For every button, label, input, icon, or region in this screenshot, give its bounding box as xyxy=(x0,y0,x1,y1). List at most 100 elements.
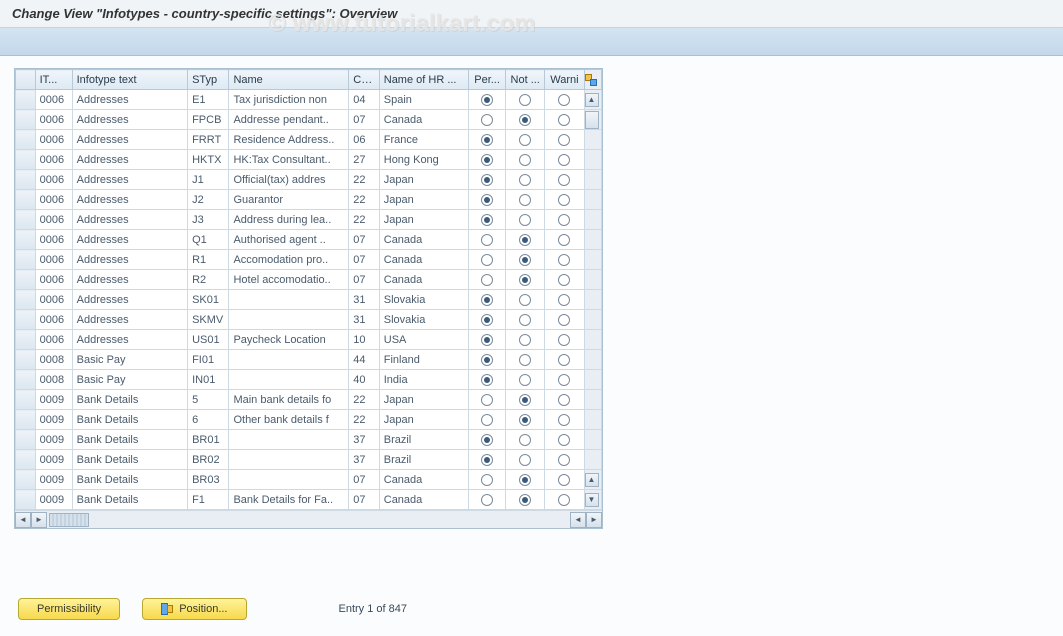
warn-radio[interactable] xyxy=(558,494,570,506)
not-radio[interactable] xyxy=(519,134,531,146)
table-row[interactable]: 0009Bank DetailsBR0237Brazil xyxy=(16,450,602,470)
table-row[interactable]: 0006AddressesQ1Authorised agent ..07Cana… xyxy=(16,230,602,250)
table-row[interactable]: 0009Bank Details6Other bank details f22J… xyxy=(16,410,602,430)
vscroll-track[interactable] xyxy=(584,170,602,190)
not-radio[interactable] xyxy=(519,114,531,126)
vscroll-track[interactable] xyxy=(584,350,602,370)
cell-styp[interactable]: J3 xyxy=(188,210,229,230)
not-radio[interactable] xyxy=(519,254,531,266)
cell-name[interactable]: Addresse pendant.. xyxy=(229,110,349,130)
cell-it[interactable]: 0006 xyxy=(35,190,72,210)
cell-text[interactable]: Bank Details xyxy=(72,430,187,450)
vscroll-track[interactable] xyxy=(584,390,602,410)
vscroll-track[interactable] xyxy=(584,450,602,470)
warn-radio[interactable] xyxy=(558,174,570,186)
cell-name[interactable]: Paycheck Location xyxy=(229,330,349,350)
cell-styp[interactable]: E1 xyxy=(188,90,229,110)
col-name[interactable]: Name xyxy=(229,70,349,90)
per-radio[interactable] xyxy=(481,414,493,426)
not-radio[interactable] xyxy=(519,414,531,426)
vscroll-track[interactable] xyxy=(584,290,602,310)
cell-not[interactable] xyxy=(506,250,545,270)
table-row[interactable]: 0006AddressesR2Hotel accomodatio..07Cana… xyxy=(16,270,602,290)
warn-radio[interactable] xyxy=(558,374,570,386)
cell-text[interactable]: Addresses xyxy=(72,250,187,270)
vscroll-thumb[interactable] xyxy=(585,111,599,129)
cell-per[interactable] xyxy=(469,170,506,190)
cell-per[interactable] xyxy=(469,430,506,450)
row-selector[interactable] xyxy=(16,250,36,270)
cell-styp[interactable]: 5 xyxy=(188,390,229,410)
col-styp[interactable]: STyp xyxy=(188,70,229,90)
cell-name[interactable]: HK:Tax Consultant.. xyxy=(229,150,349,170)
row-selector[interactable] xyxy=(16,310,36,330)
warn-radio[interactable] xyxy=(558,434,570,446)
table-row[interactable]: 0009Bank DetailsBR0307Canada▲ xyxy=(16,470,602,490)
warn-radio[interactable] xyxy=(558,334,570,346)
cell-name[interactable]: Other bank details f xyxy=(229,410,349,430)
row-selector[interactable] xyxy=(16,470,36,490)
vscroll-track[interactable]: ▲ xyxy=(584,470,602,490)
not-radio[interactable] xyxy=(519,354,531,366)
per-radio[interactable] xyxy=(481,474,493,486)
cell-styp[interactable]: BR02 xyxy=(188,450,229,470)
cell-styp[interactable]: F1 xyxy=(188,490,229,510)
cell-per[interactable] xyxy=(469,290,506,310)
cell-it[interactable]: 0009 xyxy=(35,430,72,450)
cell-text[interactable]: Addresses xyxy=(72,90,187,110)
cell-it[interactable]: 0006 xyxy=(35,270,72,290)
vscroll-track[interactable] xyxy=(584,370,602,390)
warn-radio[interactable] xyxy=(558,94,570,106)
vscroll-track[interactable]: ▲ xyxy=(584,90,602,110)
cell-name[interactable]: Bank Details for Fa.. xyxy=(229,490,349,510)
table-row[interactable]: 0009Bank Details5Main bank details fo22J… xyxy=(16,390,602,410)
cell-cg[interactable]: 07 xyxy=(349,270,379,290)
warn-radio[interactable] xyxy=(558,194,570,206)
cell-cg[interactable]: 22 xyxy=(349,190,379,210)
not-radio[interactable] xyxy=(519,294,531,306)
vscroll-track[interactable] xyxy=(584,190,602,210)
not-radio[interactable] xyxy=(519,334,531,346)
cell-hr[interactable]: Canada xyxy=(379,490,468,510)
cell-hr[interactable]: Japan xyxy=(379,170,468,190)
cell-name[interactable] xyxy=(229,370,349,390)
vscroll-track[interactable] xyxy=(584,250,602,270)
cell-text[interactable]: Addresses xyxy=(72,150,187,170)
col-hr[interactable]: Name of HR ... xyxy=(379,70,468,90)
row-selector[interactable] xyxy=(16,230,36,250)
cell-not[interactable] xyxy=(506,110,545,130)
cell-text[interactable]: Addresses xyxy=(72,230,187,250)
row-selector[interactable] xyxy=(16,490,36,510)
per-radio[interactable] xyxy=(481,294,493,306)
cell-warn[interactable] xyxy=(545,90,584,110)
per-radio[interactable] xyxy=(481,274,493,286)
vscroll-track[interactable] xyxy=(584,430,602,450)
cell-cg[interactable]: 44 xyxy=(349,350,379,370)
row-selector[interactable] xyxy=(16,270,36,290)
hscroll-left2-icon[interactable]: ◄ xyxy=(570,512,586,528)
cell-it[interactable]: 0006 xyxy=(35,170,72,190)
cell-text[interactable]: Addresses xyxy=(72,210,187,230)
not-radio[interactable] xyxy=(519,94,531,106)
col-configure[interactable] xyxy=(584,70,602,90)
cell-not[interactable] xyxy=(506,470,545,490)
cell-styp[interactable]: SKMV xyxy=(188,310,229,330)
cell-name[interactable]: Address during lea.. xyxy=(229,210,349,230)
cell-hr[interactable]: Finland xyxy=(379,350,468,370)
cell-cg[interactable]: 06 xyxy=(349,130,379,150)
per-radio[interactable] xyxy=(481,454,493,466)
table-row[interactable]: 0006AddressesUS01Paycheck Location10USA xyxy=(16,330,602,350)
cell-cg[interactable]: 07 xyxy=(349,250,379,270)
row-selector[interactable] xyxy=(16,210,36,230)
cell-not[interactable] xyxy=(506,130,545,150)
cell-styp[interactable]: SK01 xyxy=(188,290,229,310)
cell-name[interactable]: Hotel accomodatio.. xyxy=(229,270,349,290)
cell-not[interactable] xyxy=(506,90,545,110)
cell-hr[interactable]: France xyxy=(379,130,468,150)
cell-not[interactable] xyxy=(506,390,545,410)
vscroll-track[interactable] xyxy=(584,110,602,130)
vscroll-track[interactable] xyxy=(584,330,602,350)
table-row[interactable]: 0008Basic PayIN0140India xyxy=(16,370,602,390)
table-row[interactable]: 0008Basic PayFI0144Finland xyxy=(16,350,602,370)
cell-cg[interactable]: 37 xyxy=(349,430,379,450)
